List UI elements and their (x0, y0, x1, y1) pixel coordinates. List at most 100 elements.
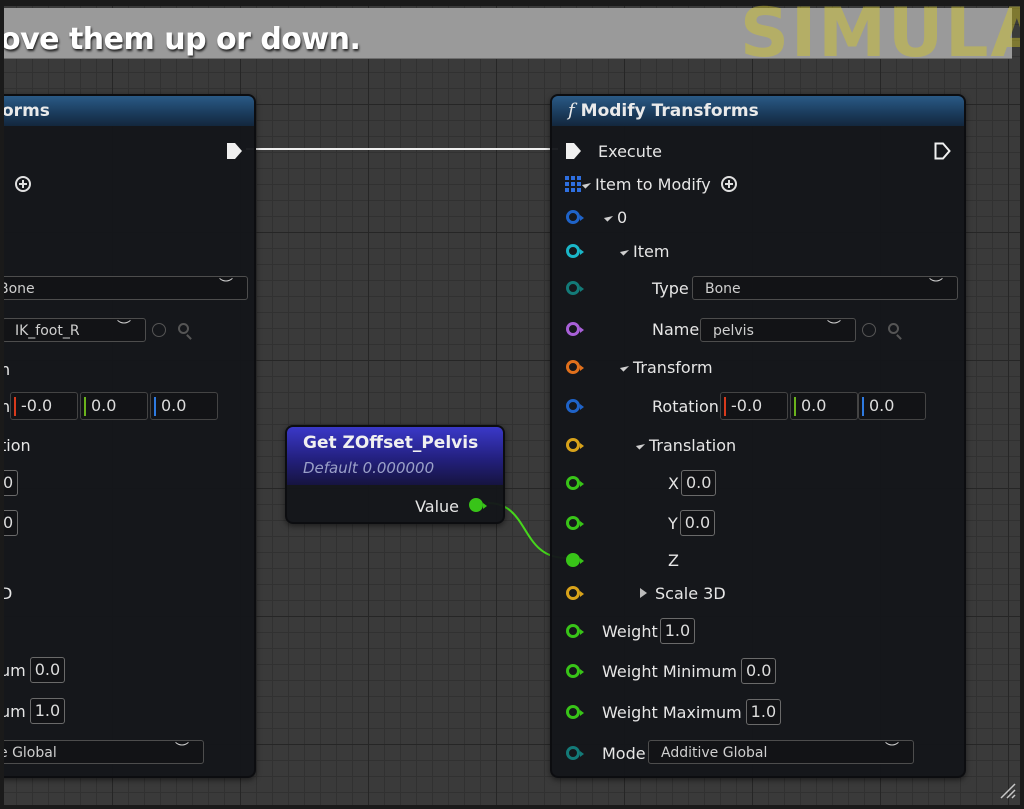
collapse-arrow-icon[interactable] (635, 440, 646, 450)
left-type-value: Bone (0, 281, 35, 297)
transform-label: Transform (633, 357, 713, 377)
plus-icon (15, 176, 31, 192)
get-zoffset-pelvis-node[interactable]: Get ZOffset_Pelvis Default 0.000000 Valu… (285, 425, 505, 524)
z-label: Z (668, 550, 679, 570)
weight-field[interactable]: 1.0 (659, 618, 696, 644)
function-icon: f (568, 100, 575, 121)
left-weight-max-field[interactable]: 1.0 (29, 698, 66, 724)
transform-pin[interactable] (566, 360, 584, 374)
item-pin[interactable] (566, 244, 584, 258)
get-node-header[interactable]: Get ZOffset_Pelvis Default 0.000000 (287, 427, 503, 485)
get-node-value-output-pin[interactable] (469, 498, 487, 512)
exec-output-pin[interactable] (934, 142, 951, 160)
item-to-modify-label: Item to Modify (595, 174, 711, 194)
left-name-dropdown[interactable]: IK_foot_R ︶ (2, 318, 146, 342)
exec-input-pin[interactable] (565, 142, 582, 160)
index-0-pin[interactable] (566, 210, 584, 224)
name-pin[interactable] (566, 322, 584, 336)
browse-icon[interactable] (178, 323, 189, 334)
translation-z-pin[interactable] (566, 553, 584, 567)
left-mode-dropdown[interactable]: e Global ︶ (0, 740, 204, 764)
left-rotation-x[interactable]: -0.0 (10, 392, 78, 420)
mode-pin[interactable] (566, 746, 584, 760)
left-translation-label: tion (0, 435, 31, 455)
mode-label: Mode (602, 743, 646, 763)
comment-text: ove them up or down. (0, 22, 361, 57)
mode-value: Additive Global (661, 745, 768, 761)
mode-dropdown[interactable]: Additive Global ︶ (648, 740, 914, 764)
collapse-arrow-icon[interactable] (603, 212, 614, 222)
left-weight-max-label: um (0, 701, 26, 721)
use-selected-bone-icon[interactable] (862, 323, 876, 337)
left-modify-transforms-node[interactable]: orms Bone ︶ IK_foot_R ︶ n n -0.0 0.0 0.0… (0, 94, 256, 778)
chevron-down-icon: ︶ (117, 320, 131, 336)
rotation-y-field[interactable]: 0.0 (790, 392, 858, 420)
rotation-pin[interactable] (566, 399, 584, 413)
chevron-down-icon: ︶ (219, 278, 233, 294)
modify-transforms-node[interactable]: f Modify Transforms Execute Item to Modif… (550, 94, 966, 778)
x-label: X (668, 473, 679, 493)
chevron-down-icon: ︶ (929, 278, 943, 294)
weight-minimum-label: Weight Minimum (602, 661, 737, 681)
scale-3d-label: Scale 3D (655, 583, 726, 603)
left-scale-label: D (0, 583, 13, 603)
name-dropdown[interactable]: pelvis ︶ (700, 318, 856, 342)
translation-y-field[interactable]: 0.0 (679, 510, 716, 536)
rotation-z-field[interactable]: 0.0 (858, 392, 926, 420)
left-add-item-button[interactable] (15, 176, 31, 196)
translation-y-pin[interactable] (566, 516, 584, 530)
type-value: Bone (705, 281, 741, 297)
translation-label: Translation (649, 435, 737, 455)
weight-label: Weight (602, 621, 658, 641)
translation-x-pin[interactable] (566, 476, 584, 490)
collapse-arrow-icon[interactable] (619, 362, 630, 372)
modify-node-title: Modify Transforms (580, 101, 759, 121)
array-pin-icon[interactable] (565, 176, 581, 192)
add-item-plus-icon[interactable] (720, 176, 737, 192)
modify-node-header[interactable]: f Modify Transforms (552, 96, 964, 126)
weight-maximum-label: Weight Maximum (602, 702, 742, 722)
type-dropdown[interactable]: Bone ︶ (692, 276, 958, 300)
weight-maximum-field[interactable]: 1.0 (745, 699, 782, 725)
left-type-dropdown[interactable]: Bone ︶ (0, 276, 248, 300)
chevron-down-icon: ︶ (885, 742, 899, 758)
browse-bone-icon[interactable] (888, 323, 899, 334)
y-label: Y (668, 513, 678, 533)
left-node-header[interactable]: orms (0, 96, 254, 126)
translation-pin[interactable] (566, 438, 584, 452)
execute-label: Execute (598, 141, 662, 161)
left-rotation-label: n (0, 396, 11, 416)
weight-pin[interactable] (566, 624, 584, 638)
translation-x-field[interactable]: 0.0 (680, 470, 717, 496)
resize-grip-icon[interactable] (998, 781, 1016, 799)
left-exec-output-pin[interactable] (226, 142, 243, 160)
rotation-x-field[interactable]: -0.0 (720, 392, 788, 420)
chevron-down-icon: ︶ (175, 742, 189, 758)
left-node-title: orms (2, 101, 50, 121)
weight-minimum-pin[interactable] (566, 664, 584, 678)
left-weight-min-label: um (0, 660, 26, 680)
collapse-arrow-icon[interactable] (581, 179, 592, 189)
rotation-label: Rotation (652, 396, 719, 416)
use-selected-icon[interactable] (152, 323, 166, 337)
name-value: pelvis (713, 323, 754, 339)
weight-minimum-field[interactable]: 0.0 (740, 658, 777, 684)
chevron-down-icon: ︶ (827, 320, 841, 336)
left-rotation-z[interactable]: 0.0 (150, 392, 218, 420)
index-0-label: 0 (617, 207, 628, 227)
get-node-subtitle: Default 0.000000 (303, 459, 435, 477)
get-node-value-label: Value (415, 496, 459, 516)
watermark-text: SIMULA (740, 0, 1024, 73)
left-name-value: IK_foot_R (15, 323, 80, 339)
expand-arrow-icon[interactable] (640, 588, 647, 598)
weight-maximum-pin[interactable] (566, 705, 584, 719)
comment-box-header[interactable]: SIMULA ove them up or down. (0, 0, 1024, 73)
left-mode-value: e Global (0, 745, 57, 761)
scale-3d-pin[interactable] (566, 586, 584, 600)
left-weight-min-field[interactable]: 0.0 (29, 657, 66, 683)
collapse-arrow-icon[interactable] (619, 246, 630, 256)
left-rotation-y[interactable]: 0.0 (80, 392, 148, 420)
left-x-field[interactable]: 0 (0, 470, 19, 496)
type-pin[interactable] (566, 281, 584, 295)
left-y-field[interactable]: 0 (0, 510, 19, 536)
